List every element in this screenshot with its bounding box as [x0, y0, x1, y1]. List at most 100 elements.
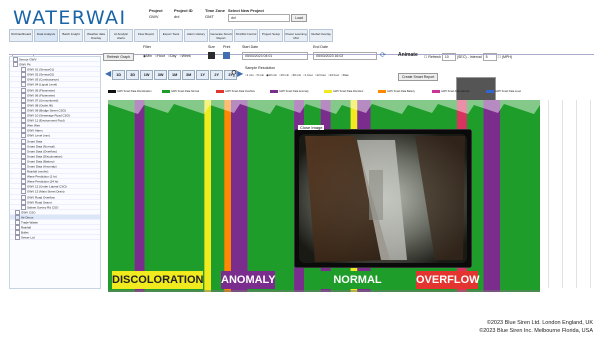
interval-label: (SEC) - Interval: [456, 54, 482, 59]
range-button[interactable]: 2Y: [210, 70, 224, 81]
resolution-option[interactable]: ◉10 min: [266, 73, 277, 77]
project-select[interactable]: dnl: [228, 14, 290, 22]
footer-copyright-uk: ©2023 Blue Siren Ltd. London England, UK: [486, 320, 593, 326]
tree-item-label: GWV 05 (Flowmeter): [27, 87, 56, 92]
legend-swatch: [378, 90, 386, 93]
end-date-input[interactable]: 05/03/2023 16:02: [313, 52, 377, 60]
range-prev-icon[interactable]: ◀: [105, 69, 111, 78]
resolution-option[interactable]: ○12 hour: [315, 73, 326, 77]
resolution-option[interactable]: ○15 min: [279, 73, 289, 77]
tree-item-label: GWV Alarm: [27, 128, 43, 133]
range-button[interactable]: 3D: [126, 70, 140, 81]
legend-item[interactable]: GWV Smart Data Normal: [162, 90, 199, 93]
load-button[interactable]: Load: [291, 14, 307, 22]
refresh-interval-input[interactable]: 10: [441, 53, 456, 61]
zoom-icon[interactable]: ⚲: [231, 69, 237, 78]
filter-option[interactable]: ○Week: [179, 54, 190, 58]
sensor-tree[interactable]: Sensor GWV GWV Pit GWV 01 (Sensor01) GWV 02…: [9, 56, 101, 289]
resolution-option[interactable]: ○5 min: [256, 73, 265, 77]
filter-option-label: Hour: [157, 54, 165, 58]
range-next-icon[interactable]: ▶: [237, 69, 243, 78]
checkbox-icon[interactable]: [15, 235, 20, 241]
tree-item-label: Salinet Survey Rd CSO: [27, 205, 59, 210]
legend-item[interactable]: GWV Smart Data Level: [486, 90, 521, 93]
nav-bar: Old Dashboard Data Analysis Batch Insight W…: [9, 29, 594, 43]
interval-input[interactable]: 5: [482, 53, 497, 61]
legend-label: GWV Smart Data Rainfall: [441, 90, 470, 94]
chart-band-normal[interactable]: [108, 100, 135, 292]
legend-swatch: [270, 90, 278, 93]
resolution-option[interactable]: ○Raw: [341, 73, 348, 77]
refresh-toggle[interactable]: ☐ Refresh 10 (SEC) - Interval 5 ☐ (MPH): [424, 53, 512, 61]
nav-item[interactable]: AI Analytic Alerts: [109, 29, 133, 42]
print-icon[interactable]: [223, 52, 230, 59]
range-buttons: ◀ 1D 3D 1W 3W 1M 3M 1Y 2Y 3Y ▶: [105, 69, 243, 81]
legend-item[interactable]: GWV Smart Data Battery: [378, 90, 415, 93]
chart-band-anomaly[interactable]: [230, 100, 248, 292]
nav-item[interactable]: Alarm History: [184, 29, 208, 42]
footer-copyright-usa: ©2023 Blue Siren Inc. Melbourne Florida,…: [479, 328, 593, 334]
chart-legend: GWV Smart Data Discoloration GWV Smart Da…: [108, 89, 540, 97]
app-logo: WATERWAI: [13, 7, 127, 29]
nav-item[interactable]: Batch Insight: [59, 29, 83, 42]
tree-item-label: Rainfall (mm/hr): [27, 169, 49, 174]
chart-band-normal[interactable]: [500, 100, 540, 292]
create-smart-report-button[interactable]: Create Smart Report: [398, 73, 439, 81]
nav-item[interactable]: Global Overlay: [309, 29, 333, 42]
range-button[interactable]: 1M: [168, 70, 182, 81]
tree-item-label: Smart Data (Battery): [27, 159, 55, 164]
resolution-option[interactable]: ○24 hour: [328, 73, 339, 77]
legend-item[interactable]: GWV Smart Data Rainfall: [432, 90, 469, 93]
resolution-option[interactable]: ○1 min: [245, 73, 254, 77]
chart-band-normal[interactable]: [211, 100, 225, 292]
tree-item-label: GWV Road Overflow: [27, 194, 55, 199]
nav-item[interactable]: Data Analysis: [34, 29, 58, 42]
tree-item[interactable]: Sewer Ltd: [10, 235, 100, 241]
chart-band-anomaly[interactable]: [134, 100, 145, 292]
legend-swatch: [162, 90, 170, 93]
select-project: Select New Project dnl Load: [228, 8, 307, 22]
category-label-discoloration: DISCOLORATION: [112, 271, 203, 289]
legend-item[interactable]: GWV Smart Data Discoloration: [108, 90, 151, 93]
checkbox-icon[interactable]: [21, 204, 26, 210]
range-button[interactable]: 1D: [112, 70, 126, 81]
size-icon[interactable]: [208, 52, 215, 59]
nav-item[interactable]: SCADA Control: [234, 29, 258, 42]
start-date-input[interactable]: 05/03/2023 04:01: [242, 52, 308, 60]
chart-band-discoloration[interactable]: [204, 100, 212, 292]
close-image-button[interactable]: Close Image: [298, 125, 325, 130]
category-label-overflow: OVERFLOW: [416, 271, 480, 289]
nav-item[interactable]: Generate Smart Report: [209, 29, 233, 42]
range-button[interactable]: 3M: [182, 70, 196, 81]
nav-item[interactable]: Old Dashboard: [9, 29, 33, 42]
checkbox-icon[interactable]: [13, 62, 18, 68]
filter-option[interactable]: ○Day: [168, 54, 177, 58]
chart-band-normal[interactable]: [247, 100, 295, 292]
legend-item[interactable]: GWV Smart Data Overflow: [216, 90, 255, 93]
filter-option[interactable]: ◉Min: [143, 54, 152, 58]
refresh-icon[interactable]: ⟳: [380, 51, 386, 59]
nav-item[interactable]: Power Learning Mtd: [284, 29, 308, 42]
chart-band-normal[interactable]: [144, 100, 205, 292]
refresh-graph-button[interactable]: Refresh Graph: [103, 53, 134, 61]
resolution-option[interactable]: ○30 min: [291, 73, 301, 77]
nav-item[interactable]: Weather data Overlay: [84, 29, 108, 42]
mph-label: (MPH): [501, 54, 513, 59]
nav-item[interactable]: Export Tools: [159, 29, 183, 42]
filter-option[interactable]: ○Hour: [155, 54, 165, 58]
grid-column: [548, 100, 549, 288]
resolution-option[interactable]: ○1 hour: [303, 73, 313, 77]
nav-item[interactable]: Project Setup: [259, 29, 283, 42]
legend-item[interactable]: GWV Smart Data Discolour: [324, 90, 363, 93]
legend-item[interactable]: GWV Smart Data Anomaly: [270, 90, 309, 93]
category-label-normal: NORMAL: [319, 271, 396, 289]
nav-item[interactable]: Flow Report: [134, 29, 158, 42]
range-button[interactable]: 1W: [140, 70, 154, 81]
range-button[interactable]: 1Y: [196, 70, 210, 81]
chart-band-anomaly[interactable]: [483, 100, 501, 292]
tree-item-label: GWV 01 (Sensor01): [27, 67, 55, 72]
range-button[interactable]: 3W: [154, 70, 168, 81]
project-info: Project GWV: [149, 8, 163, 20]
tree-item-label: GWV CSO: [21, 210, 36, 215]
chart-band-battery[interactable]: [224, 100, 232, 292]
